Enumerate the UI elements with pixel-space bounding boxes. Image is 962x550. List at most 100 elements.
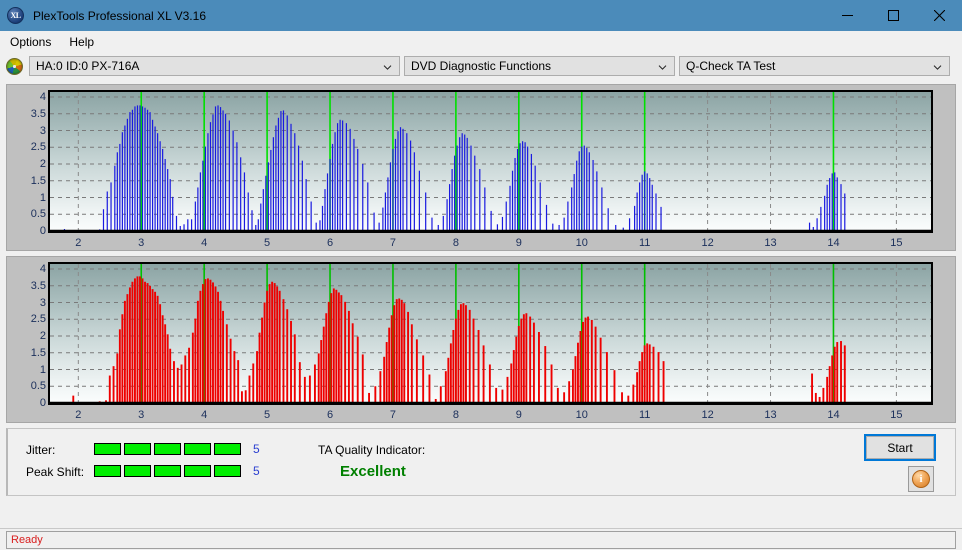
x-axis-tick-label: 10	[575, 237, 588, 249]
y-axis-tick-label: 3	[39, 124, 46, 137]
function-group-select[interactable]: DVD Diagnostic Functions	[404, 56, 675, 76]
menu-item-help[interactable]: Help	[65, 33, 102, 51]
chevron-down-icon	[383, 61, 392, 70]
menu-item-options[interactable]: Options	[6, 33, 59, 51]
ta-quality-value: Excellent	[340, 463, 406, 480]
x-axis-tick-label: 9	[515, 409, 522, 421]
info-button[interactable]: i	[908, 466, 934, 492]
status-bar: Ready	[0, 528, 962, 550]
x-axis-tick-label: 11	[638, 409, 651, 421]
jitter-chart-x-axis: 2 3 4 5 6 7 8 9 10 11 12 13 14 15	[7, 232, 955, 250]
meter-segment	[124, 443, 151, 455]
x-axis-tick-label: 15	[890, 409, 903, 421]
drive-select[interactable]: HA:0 ID:0 PX-716A	[29, 56, 400, 76]
meter-segment	[154, 465, 181, 477]
x-axis-tick-label: 13	[764, 409, 777, 421]
x-axis-tick-label: 11	[638, 237, 651, 249]
results-panel: Jitter: 5 Peak Shift: 5 TA Quality Indic…	[6, 428, 956, 496]
x-axis-tick-label: 3	[138, 409, 145, 421]
x-axis-tick-label: 12	[701, 237, 714, 249]
y-axis-tick-label: 2.5	[30, 313, 46, 326]
x-axis-tick-label: 8	[452, 237, 459, 249]
x-axis-tick-label: 5	[264, 409, 271, 421]
info-icon: i	[912, 470, 930, 488]
y-axis-tick-label: 2.5	[30, 141, 46, 154]
meter-segment	[184, 443, 211, 455]
selector-row: HA:0 ID:0 PX-716A DVD Diagnostic Functio…	[0, 52, 962, 80]
drive-select-value: HA:0 ID:0 PX-716A	[36, 59, 140, 73]
x-axis-tick-label: 10	[575, 409, 588, 421]
status-text: Ready	[11, 533, 43, 546]
x-axis-tick-label: 14	[827, 409, 840, 421]
y-axis-tick-label: 4	[39, 263, 46, 276]
x-axis-tick-label: 6	[326, 409, 334, 421]
status-field: Ready	[6, 530, 956, 549]
x-axis-tick-label: 7	[389, 409, 397, 421]
y-axis-tick-label: 3.5	[30, 279, 46, 292]
peak-shift-chart-x-axis: 2 3 4 5 6 7 8 9 10 11 12 13 14 15	[7, 404, 955, 422]
peak-shift-bars	[94, 465, 241, 477]
x-axis-tick-label: 4	[201, 409, 208, 421]
window-title: PlexTools Professional XL V3.16	[33, 8, 206, 23]
ta-quality-label: TA Quality Indicator:	[318, 443, 426, 457]
menu-bar: Options Help	[0, 31, 962, 52]
x-axis-tick-label: 15	[890, 237, 903, 249]
jitter-chart-plot	[48, 90, 933, 233]
y-axis-tick-label: 1	[39, 191, 46, 204]
meter-segment	[94, 443, 121, 455]
maximize-icon[interactable]	[870, 0, 916, 31]
x-axis-tick-label: 4	[201, 237, 208, 249]
peak-shift-chart-y-axis: 0 0.5 1 1.5 2 2.5 3 3.5 4	[7, 257, 49, 422]
x-axis-tick-label: 12	[701, 409, 714, 421]
x-axis-tick-label: 6	[326, 237, 334, 249]
charts-container: 0 0.5 1 1.5 2 2.5 3 3.5 4 2 3 4 5 6 7 8 9 10 11 12 13 14 15 0…	[6, 84, 956, 428]
title-bar: XL PlexTools Professional XL V3.16	[0, 0, 962, 31]
y-axis-tick-label: 1.5	[30, 174, 46, 187]
x-axis-tick-label: 2	[75, 237, 82, 249]
y-axis-tick-label: 2	[39, 158, 46, 170]
chevron-down-icon	[658, 61, 667, 70]
jitter-chart-y-axis: 0 0.5 1 1.5 2 2.5 3 3.5 4	[7, 85, 49, 250]
jitter-label: Jitter:	[26, 443, 56, 457]
y-axis-tick-label: 2	[39, 330, 46, 342]
y-axis-tick-label: 1.5	[30, 346, 46, 359]
jitter-bars	[94, 443, 241, 455]
x-axis-tick-label: 14	[827, 237, 840, 249]
x-axis-tick-label: 7	[389, 237, 397, 249]
close-icon[interactable]	[916, 0, 962, 31]
xl-logo-icon: XL	[7, 7, 24, 24]
peak-shift-chart-panel: 0 0.5 1 1.5 2 2.5 3 3.5 4 2 3 4 5 6 7 8 9 10 11 12 13 14 15	[6, 256, 956, 423]
meter-segment	[184, 465, 211, 477]
peak-shift-value: 5	[253, 464, 260, 478]
x-axis-tick-label: 5	[264, 237, 271, 249]
x-axis-tick-label: 8	[452, 409, 459, 421]
y-axis-tick-label: 4	[39, 91, 46, 104]
chevron-down-icon	[933, 61, 942, 70]
x-axis-tick-label: 3	[138, 237, 145, 249]
jitter-value: 5	[253, 442, 260, 456]
jitter-chart-panel: 0 0.5 1 1.5 2 2.5 3 3.5 4 2 3 4 5 6 7 8 9 10 11 12 13 14 15	[6, 84, 956, 251]
window-buttons	[824, 0, 962, 31]
meter-segment	[214, 465, 241, 477]
peak-shift-label: Peak Shift:	[26, 465, 85, 479]
function-group-value: DVD Diagnostic Functions	[411, 59, 552, 73]
y-axis-tick-label: 1	[39, 363, 46, 376]
y-axis-tick-label: 3	[39, 296, 46, 309]
test-select[interactable]: Q-Check TA Test	[679, 56, 950, 76]
peak-shift-chart-plot	[48, 262, 933, 405]
test-select-value: Q-Check TA Test	[686, 59, 776, 73]
meter-segment	[154, 443, 181, 455]
y-axis-tick-label: 0.5	[30, 380, 46, 393]
plextools-window: XL PlexTools Professional XL V3.16 Optio…	[0, 0, 962, 550]
meter-segment	[94, 465, 121, 477]
y-axis-tick-label: 0.5	[30, 208, 46, 221]
disc-icon	[6, 57, 23, 75]
meter-segment	[214, 443, 241, 455]
x-axis-tick-label: 13	[764, 237, 777, 249]
minimize-icon[interactable]	[824, 0, 870, 31]
x-axis-tick-label: 2	[75, 409, 82, 421]
start-button[interactable]: Start	[864, 434, 936, 461]
x-axis-tick-label: 9	[515, 237, 522, 249]
meter-segment	[124, 465, 151, 477]
y-axis-tick-label: 3.5	[30, 107, 46, 120]
